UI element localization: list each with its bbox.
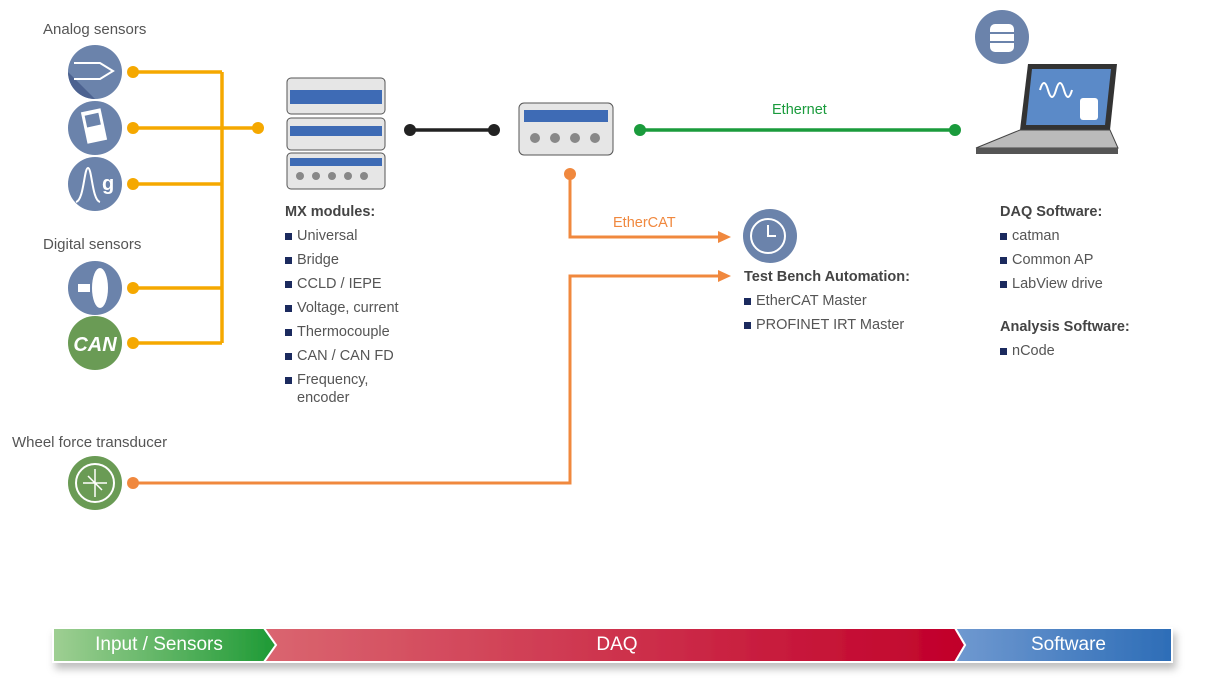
stage-input-label: Input / Sensors (95, 634, 223, 655)
mx-modules-list: Universal Bridge CCLD / IEPE Voltage, cu… (285, 224, 425, 407)
ethernet-label: Ethernet (772, 102, 827, 118)
list-item: nCode (1000, 339, 1055, 363)
analog-sensors-label: Analog sensors (43, 21, 147, 38)
list-item: catman (1000, 224, 1103, 248)
list-item: Thermocouple (285, 320, 425, 344)
list-item: LabView drive (1000, 272, 1103, 296)
cx-gateway-device (518, 102, 614, 156)
strain-gauge-sensor-icon (68, 101, 122, 155)
digital-sensors-label: Digital sensors (43, 236, 142, 253)
daq-system-diagram: g CAN Analog sensors Digital sensors Whe… (0, 0, 1226, 689)
wheel-force-transducer-icon (68, 456, 122, 510)
ethercat-label: EtherCAT (613, 215, 676, 231)
sensor-bus-dots (127, 66, 264, 349)
daq-software-title: DAQ Software: (1000, 204, 1103, 220)
analysis-software-title: Analysis Software: (1000, 319, 1130, 335)
acceleration-sensor-icon: g (68, 157, 122, 211)
stage-daq-label: DAQ (596, 634, 638, 655)
laptop-icon (975, 64, 1119, 154)
encoder-sensor-icon (68, 261, 122, 315)
list-item: Bridge (285, 248, 425, 272)
can-sensor-icon: CAN (68, 316, 122, 370)
wheel-force-transducer-label: Wheel force transducer (12, 434, 168, 451)
module-link (404, 124, 500, 136)
list-item: Voltage, current (285, 296, 425, 320)
list-item: PROFINET IRT Master (744, 313, 904, 337)
test-bench-list: EtherCAT Master PROFINET IRT Master (744, 289, 904, 337)
list-item: Universal (285, 224, 425, 248)
ethernet-link (634, 124, 961, 136)
list-item: Common AP (1000, 248, 1103, 272)
can-icon-text: CAN (73, 334, 117, 356)
daq-software-list: catman Common AP LabView drive (1000, 224, 1103, 296)
g-icon-text: g (102, 173, 114, 195)
stage-software-label: Software (1031, 634, 1106, 655)
mx-modules-device (286, 77, 386, 190)
list-item: CAN / CAN FD (285, 344, 425, 368)
mx-modules-title: MX modules: (285, 204, 376, 220)
test-bench-title: Test Bench Automation: (744, 269, 910, 285)
list-item: Frequency, encoder (285, 368, 377, 407)
clock-icon (743, 209, 797, 263)
thermocouple-sensor-icon (68, 45, 122, 99)
database-icon (975, 10, 1029, 64)
sensor-bus-lines (133, 70, 258, 345)
list-item: EtherCAT Master (744, 289, 904, 313)
analysis-software-list: nCode (1000, 339, 1055, 363)
list-item: CCLD / IEPE (285, 272, 425, 296)
